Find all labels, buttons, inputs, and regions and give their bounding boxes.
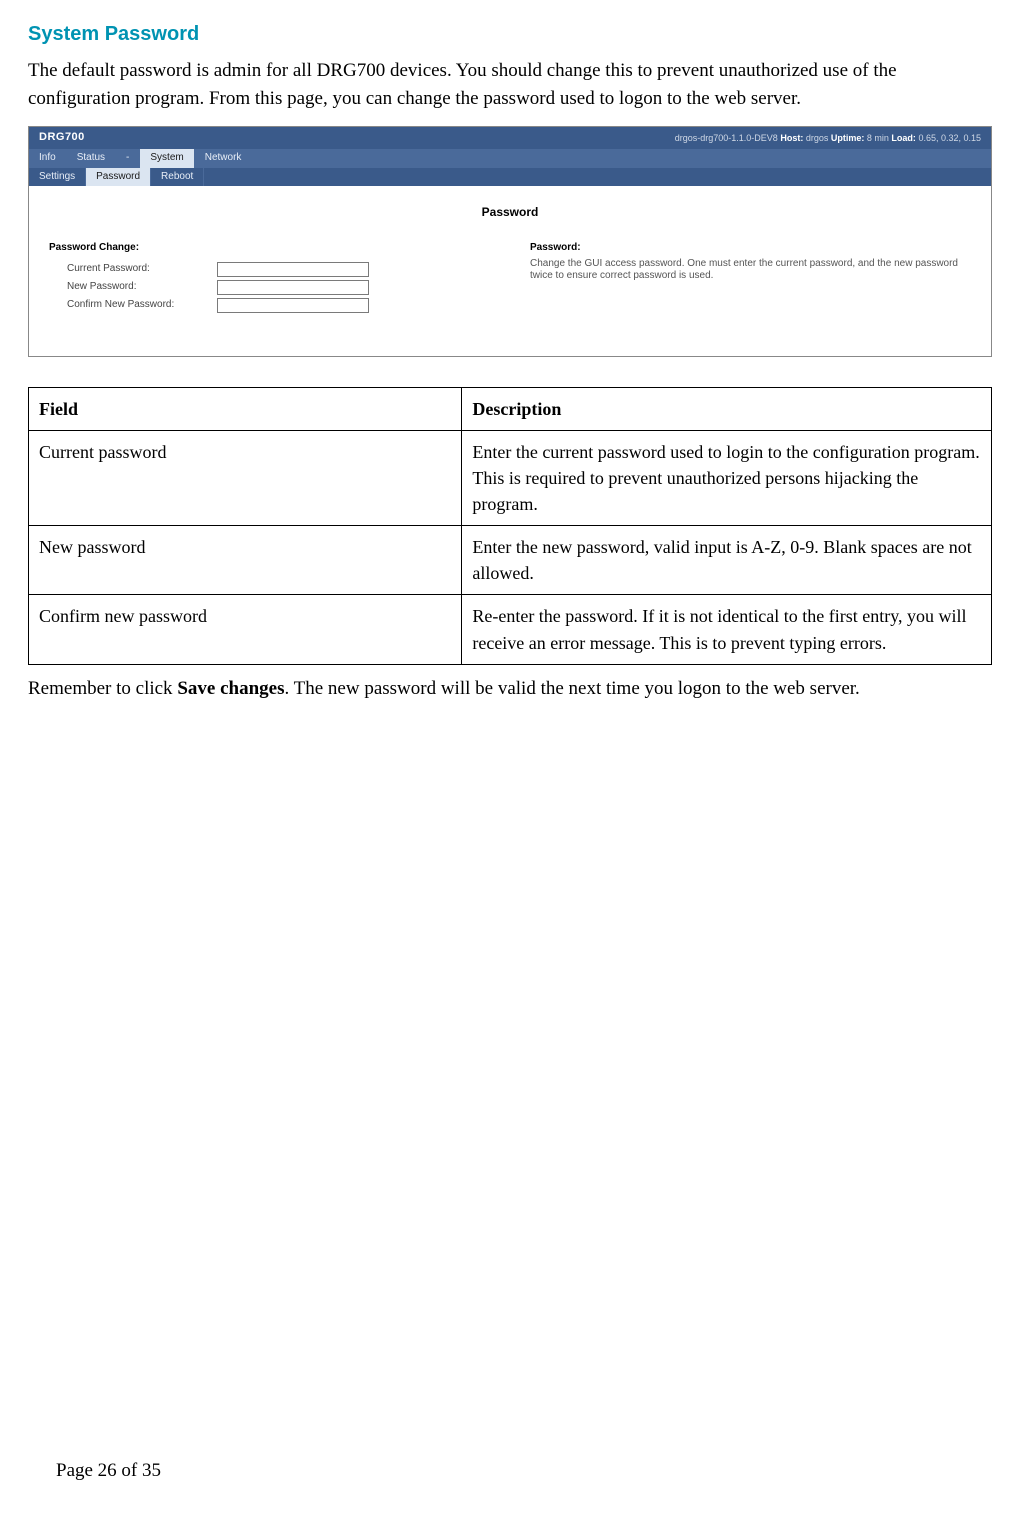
table-cell-desc: Re-enter the password. If it is not iden… [462, 595, 992, 664]
field-description-table: Field Description Current password Enter… [28, 387, 992, 665]
table-cell-field: Current password [29, 431, 462, 526]
ui-page-title: Password [49, 204, 971, 221]
ui-header-bar: DRG700 drgos-drg700-1.1.0-DEV8 Host: drg… [29, 127, 991, 149]
embedded-ui-screenshot: DRG700 drgos-drg700-1.1.0-DEV8 Host: drg… [28, 126, 992, 357]
tab-dash[interactable]: - [116, 149, 140, 168]
current-password-input[interactable] [217, 262, 369, 277]
table-cell-field: Confirm new password [29, 595, 462, 664]
table-row: Current password Enter the current passw… [29, 431, 992, 526]
tab-system[interactable]: System [140, 149, 194, 168]
tab-info[interactable]: Info [29, 149, 67, 168]
table-cell-field: New password [29, 526, 462, 595]
table-cell-desc: Enter the new password, valid input is A… [462, 526, 992, 595]
current-password-label: Current Password: [49, 262, 217, 277]
primary-nav: Info Status - System Network [29, 149, 991, 168]
page-footer: Page 26 of 35 [56, 1457, 161, 1485]
brand-label: DRG700 [39, 130, 85, 146]
help-heading: Password: [530, 241, 971, 256]
table-row: New password Enter the new password, val… [29, 526, 992, 595]
table-row: Confirm new password Re-enter the passwo… [29, 595, 992, 664]
tab-network[interactable]: Network [195, 149, 253, 168]
subtab-settings[interactable]: Settings [29, 168, 86, 187]
subtab-reboot[interactable]: Reboot [151, 168, 204, 187]
secondary-nav: Settings Password Reboot [29, 168, 991, 187]
subtab-password[interactable]: Password [86, 168, 151, 187]
table-head-description: Description [462, 387, 992, 430]
table-cell-desc: Enter the current password used to login… [462, 431, 992, 526]
new-password-label: New Password: [49, 280, 217, 295]
confirm-password-label: Confirm New Password: [49, 298, 217, 313]
section-heading: System Password [28, 20, 992, 49]
intro-paragraph: The default password is admin for all DR… [28, 57, 992, 112]
tab-status[interactable]: Status [67, 149, 116, 168]
new-password-input[interactable] [217, 280, 369, 295]
outro-paragraph: Remember to click Save changes. The new … [28, 675, 992, 703]
header-meta: drgos-drg700-1.1.0-DEV8 Host: drgos Upti… [675, 132, 981, 145]
save-changes-bold: Save changes [177, 678, 284, 699]
confirm-password-input[interactable] [217, 298, 369, 313]
help-text: Change the GUI access password. One must… [530, 258, 971, 283]
table-head-field: Field [29, 387, 462, 430]
password-change-legend: Password Change: [49, 241, 490, 256]
